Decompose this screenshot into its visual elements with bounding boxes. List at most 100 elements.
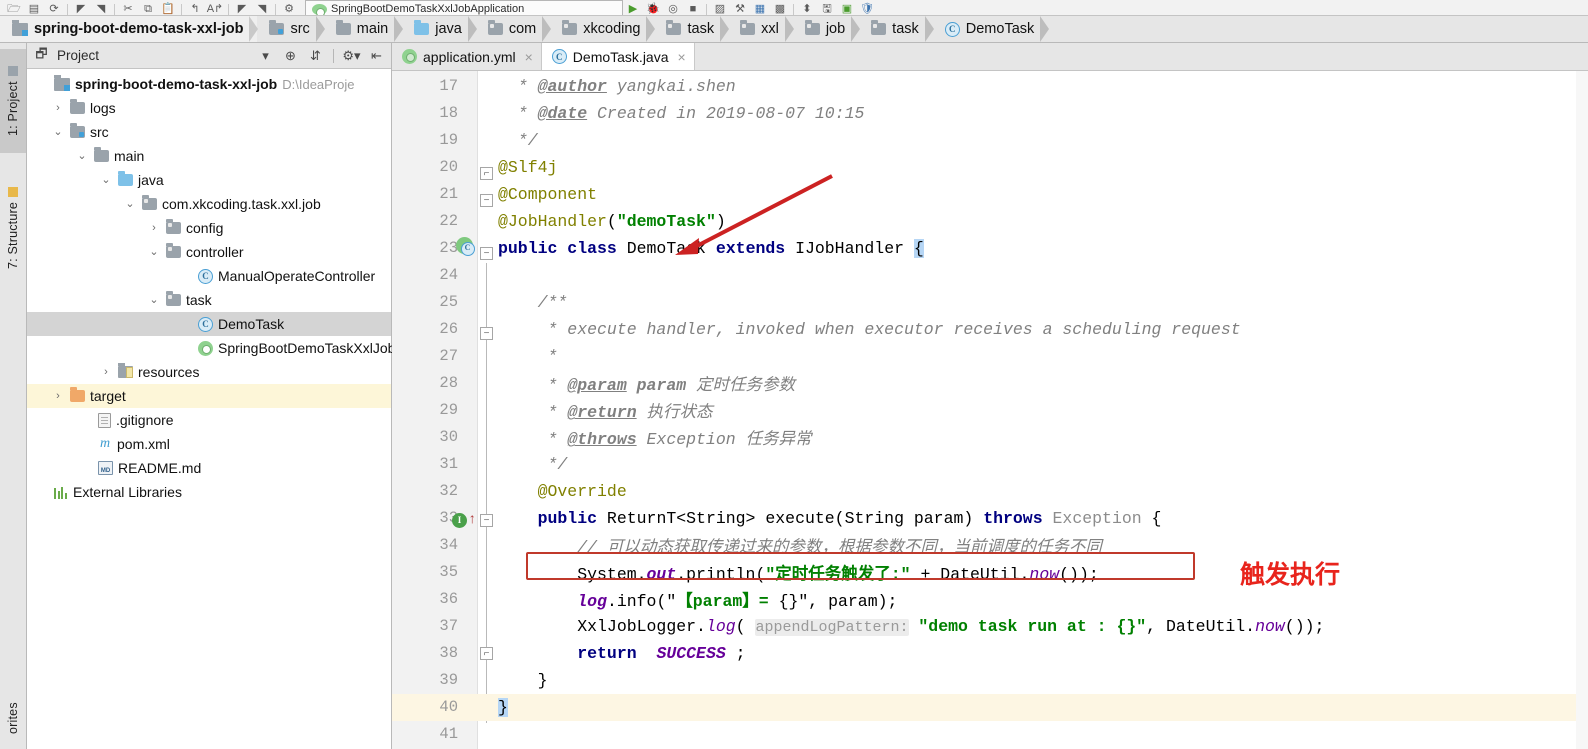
line-number: 19: [439, 131, 458, 150]
line-number: 40: [439, 698, 458, 717]
sidebar-item-structure[interactable]: 7: Structure: [0, 165, 26, 291]
package-icon: [804, 20, 820, 35]
breadcrumb-item-task[interactable]: task: [654, 16, 729, 42]
tree-item-project-root[interactable]: spring-boot-demo-task-xxl-job D:\IdeaPro…: [27, 72, 391, 96]
redo-icon[interactable]: A↱: [205, 0, 225, 15]
sidebar-item-favorites[interactable]: orites: [0, 688, 26, 748]
breadcrumb-item-job[interactable]: job: [793, 16, 861, 42]
tree-item-external-libraries[interactable]: External Libraries: [27, 480, 391, 504]
gear-icon[interactable]: ⚙▾: [342, 46, 361, 65]
tree-item-label: logs: [90, 100, 116, 116]
line-number: 41: [439, 725, 458, 744]
line-number: 26: [439, 320, 458, 339]
tree-item-target[interactable]: › target: [27, 384, 391, 408]
breadcrumb-item-main[interactable]: main: [324, 16, 404, 42]
tree-item-manual-operate-controller[interactable]: C ManualOperateController: [27, 264, 391, 288]
search-icon[interactable]: ▩: [770, 0, 790, 15]
code-canvas[interactable]: ⌐ − − − − ⌐ 17 * @author yangkai.shen 18…: [392, 71, 1588, 749]
tree-item-task-package[interactable]: ⌄ task: [27, 288, 391, 312]
tree-twisty[interactable]: ⌄: [51, 126, 65, 138]
tree-item-resources[interactable]: › resources: [27, 360, 391, 384]
breadcrumb-item-task-2[interactable]: task: [859, 16, 934, 42]
breadcrumb-item-project[interactable]: spring-boot-demo-task-xxl-job: [0, 16, 259, 42]
tree-item-package[interactable]: ⌄ com.xkcoding.task.xxl.job: [27, 192, 391, 216]
tree-twisty[interactable]: ⌄: [123, 198, 137, 210]
tree-item-logs[interactable]: › logs: [27, 96, 391, 120]
tree-twisty[interactable]: ›: [99, 366, 113, 378]
editor-vertical-scrollbar[interactable]: [1576, 71, 1588, 749]
code-text: System.out.println("定时任务触发了:" + DateUtil…: [498, 565, 1099, 585]
tree-item-label: SpringBootDemoTaskXxlJob: [218, 340, 396, 356]
breadcrumb-item-com[interactable]: com: [476, 16, 552, 42]
hide-icon[interactable]: ⇤: [367, 46, 386, 65]
sidebar-item-project[interactable]: 1: Project: [0, 49, 26, 153]
tree-item-src[interactable]: ⌄ src: [27, 120, 391, 144]
breadcrumb-item-java[interactable]: java: [402, 16, 477, 42]
tree-twisty[interactable]: ⌄: [147, 246, 161, 258]
vcs-icon[interactable]: ⬍: [797, 0, 817, 15]
plugin-icon[interactable]: 🖫: [817, 0, 837, 15]
code-line: 34 // 可以动态获取传递过来的参数，根据参数不同，当前调度的任务不同: [392, 532, 1588, 559]
help-icon[interactable]: 🛡: [857, 0, 877, 15]
find-prev-icon[interactable]: ◤: [232, 0, 252, 15]
tree-item-gitignore[interactable]: .gitignore: [27, 408, 391, 432]
breadcrumb-item-src[interactable]: src: [257, 16, 326, 42]
run-icon[interactable]: ▶: [623, 0, 643, 15]
tab-application-yml[interactable]: application.yml ×: [392, 43, 542, 70]
tree-item-main[interactable]: ⌄ main: [27, 144, 391, 168]
tree-twisty[interactable]: ›: [147, 222, 161, 234]
open-folder-icon[interactable]: 🗁: [4, 0, 24, 15]
tree-item-pom-xml[interactable]: m pom.xml: [27, 432, 391, 456]
undo-icon[interactable]: ↰: [185, 0, 205, 15]
code-text: * @throws Exception 任务异常: [498, 430, 812, 450]
tree-item-spring-boot-application[interactable]: SpringBootDemoTaskXxlJob: [27, 336, 395, 360]
close-icon[interactable]: ×: [678, 49, 686, 65]
profile-icon[interactable]: ▨: [710, 0, 730, 15]
tree-twisty[interactable]: ⌄: [99, 174, 113, 186]
stop-icon[interactable]: ■: [683, 0, 703, 15]
tree-item-label: README.md: [118, 460, 202, 476]
chevron-down-icon[interactable]: ▾: [256, 46, 275, 65]
paste-icon[interactable]: 📋: [158, 0, 178, 15]
code-line-active: 40 }: [392, 694, 1588, 721]
tree-twisty[interactable]: ⌄: [75, 150, 89, 162]
struct-icon[interactable]: ▦: [750, 0, 770, 15]
back-icon[interactable]: ◤: [71, 0, 91, 15]
code-line: 27 *: [392, 343, 1588, 370]
find-next-icon[interactable]: ◥: [252, 0, 272, 15]
tree-twisty[interactable]: ⌄: [147, 294, 161, 306]
line-number: 36: [439, 590, 458, 609]
copy-icon[interactable]: ⧉: [138, 0, 158, 15]
tree-twisty[interactable]: ›: [51, 102, 65, 114]
idea-window: 🗁 ▤ ⟳ ◤ ◥ ✂ ⧉ 📋 ↰ A↱ ◤ ◥ ⚙ SpringBootDem…: [0, 0, 1588, 749]
forward-icon[interactable]: ◥: [91, 0, 111, 15]
close-icon[interactable]: ×: [525, 49, 533, 65]
coverage-icon[interactable]: ◎: [663, 0, 683, 15]
tab-demotask-java[interactable]: C DemoTask.java ×: [541, 43, 695, 70]
tree-item-controller[interactable]: ⌄ controller: [27, 240, 391, 264]
android-icon[interactable]: ▣: [837, 0, 857, 15]
code-text: // 可以动态获取传递过来的参数，根据参数不同，当前调度的任务不同: [498, 538, 1102, 558]
cut-icon[interactable]: ✂: [118, 0, 138, 15]
editor-tabbar: application.yml × C DemoTask.java ×: [392, 43, 1588, 71]
override-method-gutter-icon[interactable]: I ↑: [452, 509, 476, 528]
run-class-gutter-icon[interactable]: [454, 237, 475, 259]
settings-icon[interactable]: ⚙: [279, 0, 299, 15]
locate-icon[interactable]: ⊕: [281, 46, 300, 65]
debug-icon[interactable]: 🐞: [643, 0, 663, 15]
tree-item-java[interactable]: ⌄ java: [27, 168, 391, 192]
breadcrumb-label: xkcoding: [583, 21, 641, 37]
save-all-icon[interactable]: ▤: [24, 0, 44, 15]
tree-twisty[interactable]: ›: [51, 390, 65, 402]
build-icon[interactable]: ⚒: [730, 0, 750, 15]
tree-item-config[interactable]: › config: [27, 216, 391, 240]
project-panel-title: Project: [57, 48, 100, 63]
tree-item-demotask[interactable]: C DemoTask: [27, 312, 391, 336]
run-configuration-selector[interactable]: SpringBootDemoTaskXxlJobApplication: [305, 0, 623, 15]
breadcrumb-item-xxl[interactable]: xxl: [728, 16, 794, 42]
breadcrumb-item-xkcoding[interactable]: xkcoding: [550, 16, 656, 42]
tree-item-readme[interactable]: MD README.md: [27, 456, 391, 480]
breadcrumb-item-demotask[interactable]: C DemoTask: [933, 16, 1049, 42]
sync-icon[interactable]: ⟳: [44, 0, 64, 15]
collapse-all-icon[interactable]: ⇵: [306, 46, 325, 65]
